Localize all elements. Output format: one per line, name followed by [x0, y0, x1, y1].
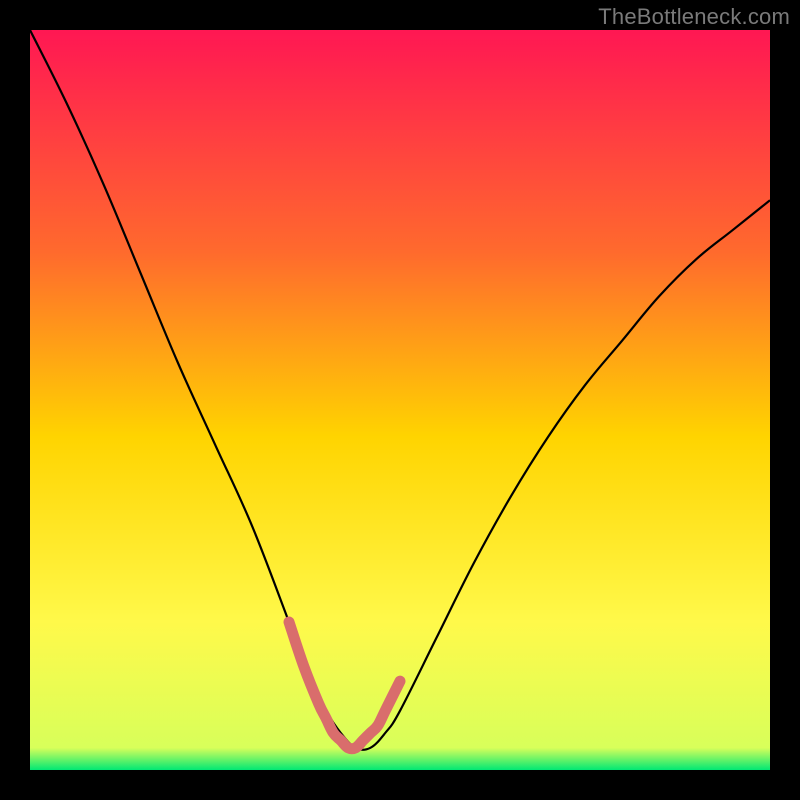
- chart-frame: TheBottleneck.com: [0, 0, 800, 800]
- watermark-text: TheBottleneck.com: [598, 4, 790, 30]
- chart-svg: [30, 30, 770, 770]
- chart-plot: [30, 30, 770, 770]
- gradient-background: [30, 30, 770, 770]
